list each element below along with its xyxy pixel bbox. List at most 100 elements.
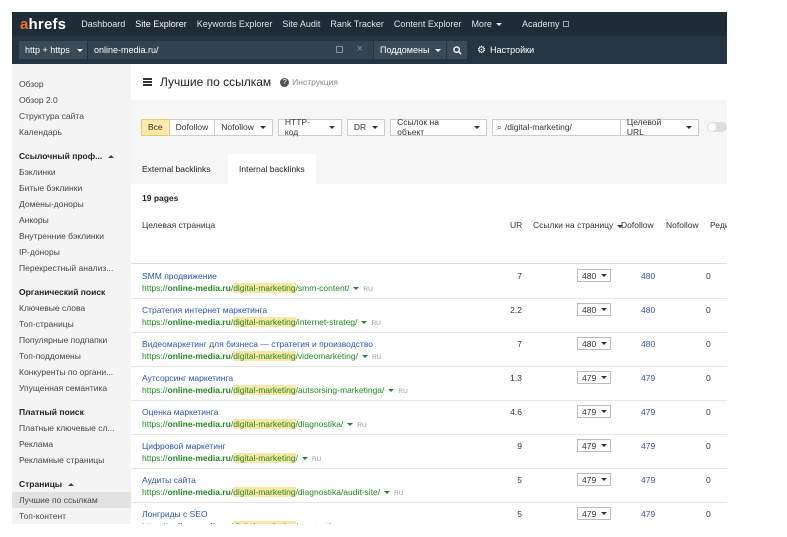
sidebar-item[interactable]: Топ-страницы	[12, 316, 131, 332]
chevron-down-icon[interactable]	[361, 355, 368, 359]
nav-item[interactable]: Site Audit	[277, 12, 325, 36]
chevron-down-icon[interactable]	[361, 321, 368, 325]
links-to-page-dropdown[interactable]: 479	[577, 371, 611, 384]
tab-internal-backlinks[interactable]: Internal backlinks	[228, 154, 316, 184]
page-title-link[interactable]: SMM продвижение	[142, 271, 217, 281]
chevron-down-icon[interactable]	[347, 423, 354, 427]
links-to-page-dropdown[interactable]: 479	[577, 473, 611, 486]
page-url-link[interactable]: https://online-media.ru/digital-marketin…	[142, 317, 381, 327]
page-title-link[interactable]: Цифровой маркетинг	[142, 441, 226, 451]
dofollow-link[interactable]: 480	[641, 271, 655, 281]
chevron-down-icon[interactable]	[384, 491, 391, 495]
sidebar-item[interactable]: Лучшие по ссылкам	[12, 492, 131, 508]
dofollow-link[interactable]: 479	[641, 475, 655, 485]
column-links-to-page[interactable]: Ссылки на страницу	[533, 220, 624, 230]
search-button[interactable]	[447, 41, 467, 59]
page-url-link[interactable]: https://online-media.ru/digital-marketin…	[142, 283, 373, 293]
nav-academy[interactable]: Academy	[517, 12, 575, 36]
column-dofollow[interactable]: Dofollow	[621, 220, 654, 230]
sidebar-item[interactable]: Платные ключевые сл...	[12, 420, 131, 436]
sidebar-item[interactable]: Конкуренты по органи...	[12, 364, 131, 380]
menu-icon[interactable]	[143, 78, 152, 86]
sidebar-item[interactable]: Популярные подпапки	[12, 332, 131, 348]
target-url-select[interactable]: Целевой URL	[620, 117, 700, 137]
filter-nofollow-select[interactable]: Nofollow	[214, 118, 273, 136]
column-redirects[interactable]: Реди	[710, 220, 727, 230]
nav-item[interactable]: Content Explorer	[389, 12, 467, 36]
sidebar-item[interactable]: Перекрестный анализ...	[12, 260, 131, 276]
chevron-down-icon[interactable]	[353, 287, 360, 291]
page-url-link[interactable]: https://online-media.ru/digital-marketin…	[142, 351, 381, 361]
sidebar-section-header[interactable]: Страницы	[12, 476, 131, 492]
sidebar-section-header[interactable]: Органический поиск	[12, 284, 131, 300]
page-title-link[interactable]: Аудиты сайта	[142, 475, 196, 485]
dofollow-link[interactable]: 480	[641, 305, 655, 315]
page-title-link[interactable]: Аутсорсинг маркетинга	[142, 373, 233, 383]
sidebar-item[interactable]: Обзор 2.0	[12, 92, 131, 108]
links-to-page-dropdown[interactable]: 480	[577, 303, 611, 316]
filter-dofollow-button[interactable]: Dofollow	[168, 118, 215, 136]
sidebar-section-header[interactable]: Платный поиск	[12, 404, 131, 420]
sidebar-item[interactable]: Структура сайта	[12, 108, 131, 124]
page-title-link[interactable]: Лонгриды с SEO	[142, 509, 208, 519]
page-title-link[interactable]: Видеомаркетинг для бизнеса — стратегия и…	[142, 339, 373, 349]
links-to-page-dropdown[interactable]: 480	[577, 269, 611, 282]
dofollow-link[interactable]: 479	[641, 373, 655, 383]
sidebar-item[interactable]: Анкоры	[12, 212, 131, 228]
help-icon[interactable]: ?	[280, 77, 290, 87]
sidebar-item[interactable]: Ключевые слова	[12, 300, 131, 316]
filter-dr-select[interactable]: DR	[346, 118, 386, 136]
page-url-link[interactable]: https://online-media.ru/digital-marketin…	[142, 419, 367, 429]
ahrefs-logo[interactable]: ahrefs	[20, 16, 66, 33]
links-to-page-dropdown[interactable]: 479	[577, 439, 611, 452]
sidebar-item[interactable]: Бэклинки	[12, 164, 131, 180]
chevron-down-icon[interactable]	[388, 389, 395, 393]
sidebar-item[interactable]: IP-доноры	[12, 244, 131, 260]
column-nofollow[interactable]: Nofollow	[666, 220, 699, 230]
page-url-link[interactable]: https://online-media.ru/digital-marketin…	[142, 385, 408, 395]
toggle-switch[interactable]	[707, 122, 727, 132]
tab-external-backlinks[interactable]: External backlinks	[131, 154, 222, 184]
page-url-link[interactable]: https://online-media.ru/digital-marketin…	[142, 521, 354, 524]
column-target-page[interactable]: Целевая страница	[142, 220, 215, 230]
dofollow-link[interactable]: 479	[641, 407, 655, 417]
nav-item[interactable]: Site Explorer	[130, 12, 192, 36]
sidebar-item[interactable]: Внутренние бэклинки	[12, 228, 131, 244]
open-in-new-icon[interactable]	[336, 46, 343, 53]
links-to-page-dropdown[interactable]: 480	[577, 337, 611, 350]
sidebar-item[interactable]: Домены-доноры	[12, 196, 131, 212]
sidebar-item[interactable]: Рекламные страницы	[12, 452, 131, 468]
mode-select[interactable]: Поддомены	[374, 41, 446, 59]
page-title-link[interactable]: Стратегия интернет маркетинга	[142, 305, 267, 315]
url-search-input[interactable]: ⌕/digital-marketing/	[491, 118, 621, 136]
nav-item[interactable]: Dashboard	[76, 12, 130, 36]
dofollow-link[interactable]: 479	[641, 509, 655, 519]
dofollow-link[interactable]: 479	[641, 441, 655, 451]
clear-icon[interactable]: ×	[357, 43, 363, 55]
filter-links-to-select[interactable]: Ссылок на объект	[390, 117, 487, 137]
sidebar-item[interactable]: Топ-контент	[12, 508, 131, 524]
instructions-link[interactable]: Инструкция	[292, 77, 338, 87]
page-url-link[interactable]: https://online-media.ru/digital-marketin…	[142, 453, 321, 463]
sidebar-item[interactable]: Битые бэклинки	[12, 180, 131, 196]
sidebar-item[interactable]: Календарь	[12, 124, 131, 140]
links-to-page-dropdown[interactable]: 479	[577, 405, 611, 418]
target-input[interactable]: online-media.ru/ ×	[88, 41, 373, 59]
filter-all-button[interactable]: Все	[141, 118, 169, 136]
chevron-down-icon[interactable]	[301, 457, 308, 461]
page-url-link[interactable]: https://online-media.ru/digital-marketin…	[142, 487, 404, 497]
nav-item[interactable]: Rank Tracker	[325, 12, 389, 36]
protocol-select[interactable]: http + https	[19, 41, 87, 59]
nav-item[interactable]: Keywords Explorer	[192, 12, 278, 36]
page-title-link[interactable]: Оценка маркетинга	[142, 407, 218, 417]
settings-button[interactable]: ⚙ Настройки	[477, 45, 534, 56]
column-ur[interactable]: UR	[510, 220, 522, 230]
sidebar-item[interactable]: Обзор	[12, 76, 131, 92]
filter-http-code-select[interactable]: HTTP-код	[277, 117, 342, 137]
sidebar-item[interactable]: Упущенная семантика	[12, 380, 131, 396]
links-to-page-dropdown[interactable]: 479	[577, 507, 611, 520]
sidebar-item[interactable]: Реклама	[12, 436, 131, 452]
dofollow-link[interactable]: 480	[641, 339, 655, 349]
sidebar-item[interactable]: Топ-поддомены	[12, 348, 131, 364]
sidebar-section-header[interactable]: Ссылочный проф...	[12, 148, 131, 164]
